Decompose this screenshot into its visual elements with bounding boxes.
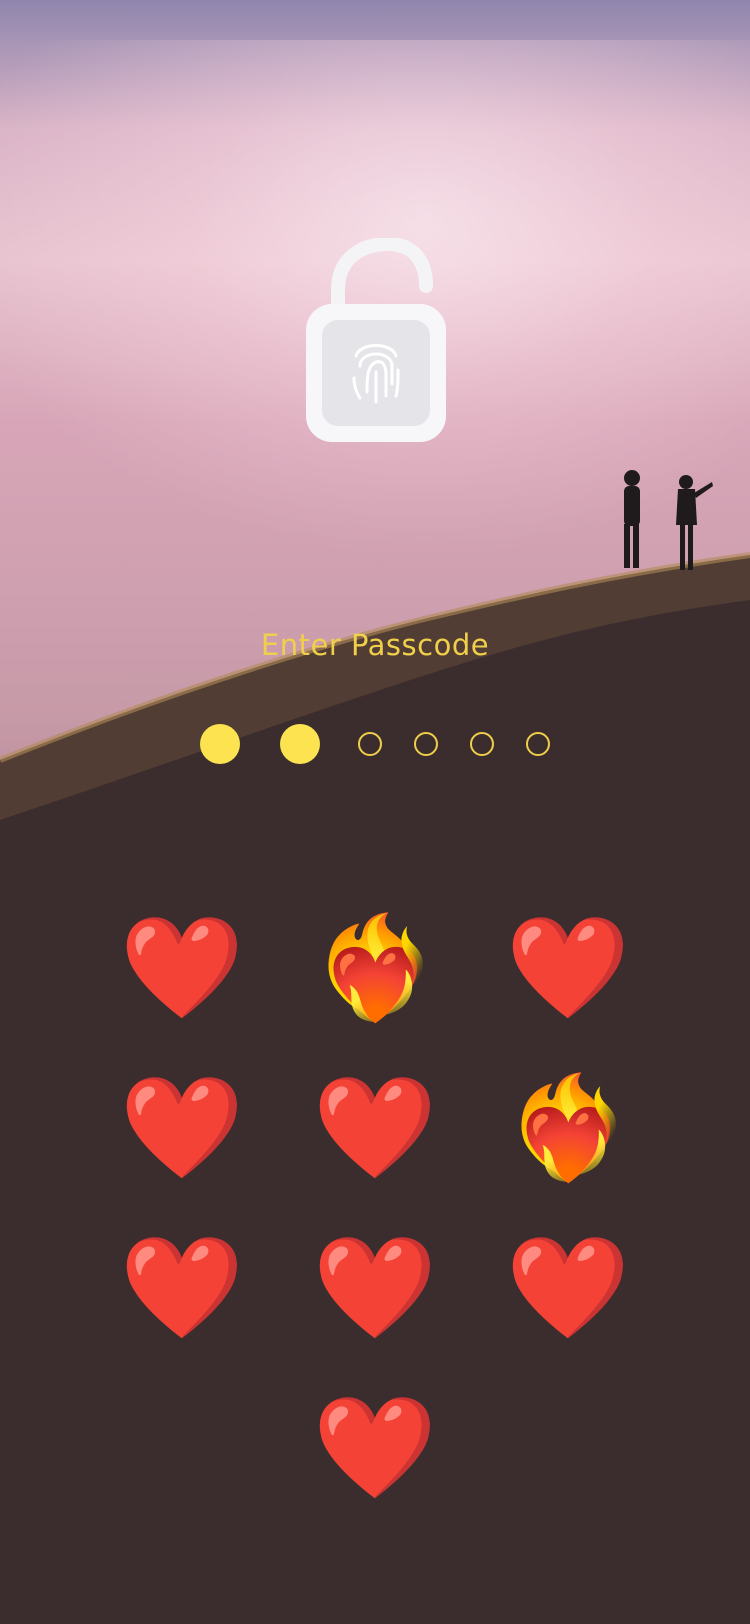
red-heart-icon: ❤️: [312, 1229, 438, 1346]
passcode-dot-filled: [200, 724, 240, 764]
fingerprint-padlock-icon[interactable]: [300, 238, 450, 448]
keypad-key-0[interactable]: ❤️: [295, 1378, 455, 1518]
keypad-key-2[interactable]: ❤️‍🔥: [295, 898, 455, 1038]
person-silhouette: [624, 470, 640, 568]
enter-passcode-title: Enter Passcode: [260, 628, 490, 662]
red-heart-icon: ❤️: [119, 1229, 245, 1346]
keypad-key-8[interactable]: ❤️: [295, 1218, 455, 1358]
red-heart-icon: ❤️: [505, 909, 631, 1026]
lock-screen: Enter Passcode ❤️ ❤️‍🔥 ❤️ ❤️ ❤️ ❤️‍🔥 ❤️ …: [0, 0, 750, 1624]
passcode-dot-empty: [358, 732, 382, 756]
red-heart-icon: ❤️: [119, 1069, 245, 1186]
passcode-indicator: [0, 724, 750, 768]
red-heart-icon: ❤️: [119, 909, 245, 1026]
keypad-key-3[interactable]: ❤️: [488, 898, 648, 1038]
keypad-key-6[interactable]: ❤️‍🔥: [488, 1058, 648, 1198]
red-heart-icon: ❤️: [312, 1389, 438, 1506]
red-heart-icon: ❤️: [312, 1069, 438, 1186]
keypad-key-1[interactable]: ❤️: [102, 898, 262, 1038]
keypad-key-4[interactable]: ❤️: [102, 1058, 262, 1198]
passcode-dot-empty: [414, 732, 438, 756]
keypad-key-9[interactable]: ❤️: [488, 1218, 648, 1358]
keypad-key-7[interactable]: ❤️: [102, 1218, 262, 1358]
keypad-key-5[interactable]: ❤️: [295, 1058, 455, 1198]
heart-on-fire-icon: ❤️‍🔥: [312, 909, 438, 1026]
heart-on-fire-icon: ❤️‍🔥: [505, 1069, 631, 1186]
red-heart-icon: ❤️: [505, 1229, 631, 1346]
passcode-dot-empty: [526, 732, 550, 756]
person-silhouette: [676, 475, 713, 570]
passcode-dot-empty: [470, 732, 494, 756]
passcode-dot-filled: [280, 724, 320, 764]
